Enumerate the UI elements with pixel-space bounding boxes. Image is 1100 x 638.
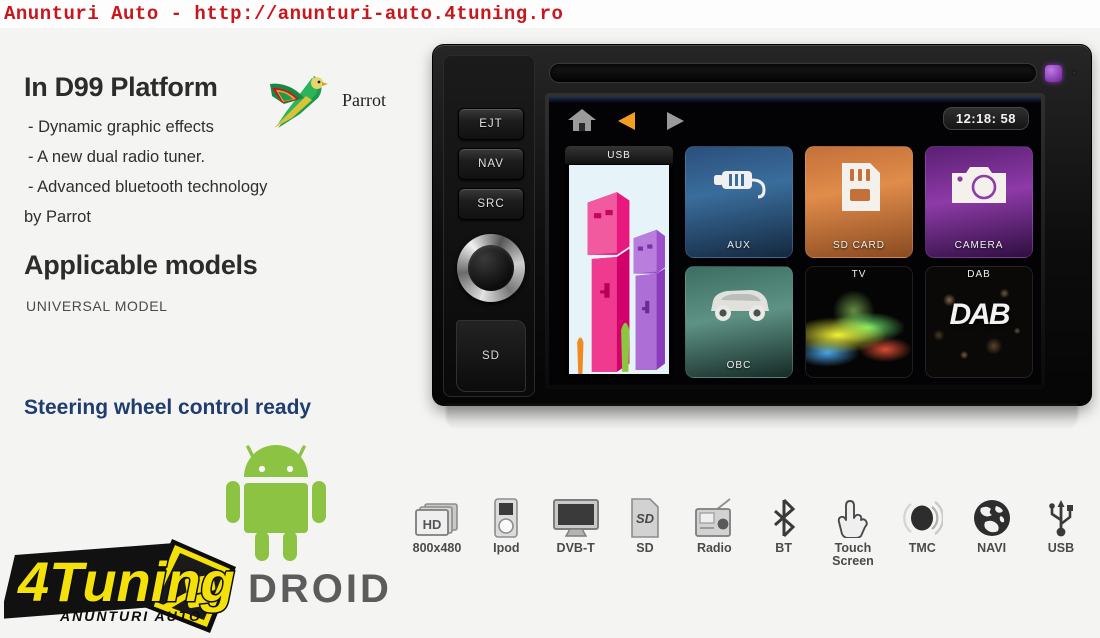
tile-sdcard[interactable]: SD CARD bbox=[805, 146, 913, 258]
car-icon bbox=[686, 281, 792, 325]
tile-dab[interactable]: DAB DAB bbox=[925, 266, 1033, 378]
parrot-brand-label: Parrot bbox=[342, 90, 386, 110]
device-left-control-panel: EJT NAV SRC SD bbox=[443, 55, 535, 397]
camera-icon bbox=[926, 161, 1032, 209]
parrot-bird-icon bbox=[270, 76, 328, 128]
tuning-brand-text: 4Tuning bbox=[17, 550, 235, 613]
feature-hd: HD 800x480 bbox=[404, 498, 470, 555]
touch-screen[interactable]: 12:18: 58 AUX USB SD CARD CAMERA OBC TV … bbox=[549, 97, 1041, 385]
triangle-left-icon[interactable] bbox=[617, 111, 637, 131]
tv-artwork bbox=[806, 267, 912, 377]
screen-topbar: 12:18: 58 bbox=[549, 97, 1041, 143]
feature-line-1: - Dynamic graphic effects bbox=[28, 118, 214, 136]
watermark-text: Anunturi Auto - http://anunturi-auto.4tu… bbox=[4, 3, 564, 25]
tile-label: OBC bbox=[726, 360, 752, 371]
feature-label: DVB-T bbox=[556, 541, 595, 555]
radio-icon bbox=[692, 498, 736, 538]
steering-wheel-control-text: Steering wheel control ready bbox=[24, 396, 312, 419]
feature-navi: NAVI bbox=[959, 498, 1025, 555]
tile-obc[interactable]: OBC bbox=[685, 266, 793, 378]
screen-bezel: 12:18: 58 AUX USB SD CARD CAMERA OBC TV … bbox=[545, 93, 1045, 389]
feature-tmc: TMC bbox=[889, 498, 955, 555]
feature-label: 800x480 bbox=[412, 541, 462, 555]
applicable-models-value: UNIVERSAL MODEL bbox=[26, 298, 168, 314]
device-reflection bbox=[446, 404, 1078, 430]
feature-bt: BT bbox=[751, 498, 817, 555]
feature-label: SD bbox=[636, 541, 654, 555]
tile-tv[interactable]: TV bbox=[805, 266, 913, 378]
feature-label: USB bbox=[1047, 541, 1075, 555]
ir-sensor-icon bbox=[1072, 70, 1077, 76]
feature-line-3: - Advanced bluetooth technology bbox=[28, 178, 268, 196]
ipod-icon bbox=[492, 498, 520, 538]
dab-logo: DAB bbox=[949, 298, 1011, 332]
svg-text:HD: HD bbox=[423, 517, 442, 532]
feature-touchscreen: Touch Screen bbox=[820, 498, 886, 568]
tile-label: SD CARD bbox=[832, 240, 885, 251]
rotary-knob-icon[interactable] bbox=[457, 234, 525, 302]
feature-icon-strip: HD 800x480 Ipod DVB-T SD SD Radio BT Tou… bbox=[404, 498, 1094, 568]
feature-line-2: - A new dual radio tuner. bbox=[28, 148, 206, 166]
sd-card-icon: SD bbox=[630, 498, 660, 538]
left-info-column: In D99 Platform Parrot - Dynamic graphic… bbox=[0, 28, 440, 633]
tile-label: USB bbox=[565, 146, 673, 165]
car-head-unit-device: EJT NAV SRC SD 12:18: 58 AUX USB SD CARD… bbox=[432, 44, 1092, 406]
feature-label: Ipod bbox=[493, 541, 520, 555]
4tuning-logo[interactable]: 4Tuning ANUNTURI AUTO bbox=[4, 533, 244, 638]
sd-card-slot[interactable]: SD bbox=[456, 320, 526, 392]
feature-line-4: by Parrot bbox=[24, 208, 91, 226]
feature-sd: SD SD bbox=[612, 498, 678, 555]
sd-card-icon bbox=[806, 161, 912, 213]
tile-label: DAB bbox=[967, 269, 991, 280]
tile-label: CAMERA bbox=[954, 240, 1004, 251]
feature-label: Touch Screen bbox=[832, 541, 874, 569]
feature-label: TMC bbox=[908, 541, 936, 555]
nav-button[interactable]: NAV bbox=[458, 148, 524, 180]
cd-slot-icon[interactable] bbox=[549, 63, 1037, 83]
tile-camera[interactable]: CAMERA bbox=[925, 146, 1033, 258]
feature-ipod: Ipod bbox=[473, 498, 539, 555]
tuning-tagline-text: ANUNTURI AUTO bbox=[59, 608, 202, 624]
aux-plug-icon bbox=[686, 161, 792, 205]
hand-pointer-icon bbox=[837, 498, 869, 538]
android-wordmark: DROID bbox=[248, 567, 392, 611]
feature-radio: Radio bbox=[681, 498, 747, 555]
platform-title: In D99 Platform bbox=[24, 72, 218, 102]
home-icon[interactable] bbox=[567, 107, 597, 133]
clock-display: 12:18: 58 bbox=[942, 107, 1029, 130]
globe-icon bbox=[972, 498, 1012, 538]
feature-label: NAVI bbox=[977, 541, 1007, 555]
app-tile-grid: AUX USB SD CARD CAMERA OBC TV DAB DAB bbox=[557, 143, 1041, 381]
feature-label: BT bbox=[775, 541, 792, 555]
status-led bbox=[1045, 65, 1062, 82]
feature-usb: USB bbox=[1028, 498, 1094, 555]
svg-text:SD: SD bbox=[636, 511, 655, 526]
tile-usb[interactable]: USB bbox=[565, 146, 673, 378]
parrot-logo: Parrot bbox=[262, 70, 412, 132]
hd-screens-icon: HD bbox=[413, 498, 461, 538]
tile-label: AUX bbox=[727, 240, 751, 251]
site-watermark-header: Anunturi Auto - http://anunturi-auto.4tu… bbox=[0, 0, 1100, 28]
tile-label: TV bbox=[851, 269, 867, 280]
usb-icon bbox=[1047, 498, 1075, 538]
tile-aux[interactable]: AUX bbox=[685, 146, 793, 258]
monitor-icon bbox=[552, 498, 600, 538]
tmc-signal-icon bbox=[901, 498, 944, 538]
applicable-models-title: Applicable models bbox=[24, 250, 258, 280]
usb-connectors-photo bbox=[569, 165, 669, 374]
triangle-right-icon[interactable] bbox=[665, 111, 685, 131]
feature-dvbt: DVB-T bbox=[543, 498, 609, 555]
eject-button[interactable]: EJT bbox=[458, 108, 524, 140]
bluetooth-icon bbox=[771, 498, 797, 538]
source-button[interactable]: SRC bbox=[458, 188, 524, 220]
feature-label: Radio bbox=[696, 541, 732, 555]
